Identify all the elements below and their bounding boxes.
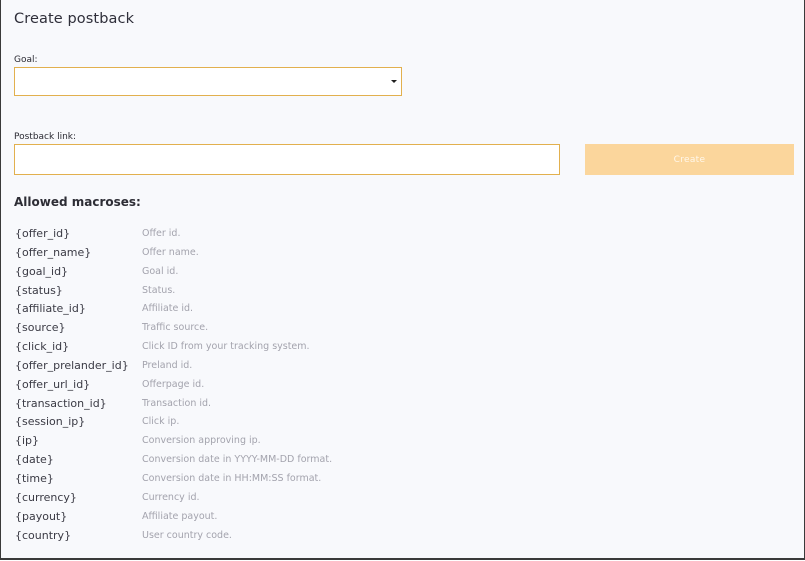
macro-description: Offer name. (142, 246, 199, 258)
macro-name: {offer_prelander_id} (15, 358, 129, 372)
macro-row: {offer_id} Offer id. (15, 227, 515, 246)
macro-description: Transaction id. (142, 397, 212, 409)
macro-name: {date} (15, 453, 54, 467)
macro-row: {click_id} Click ID from your tracking sy… (15, 340, 515, 359)
macro-row: {currency} Currency id. (15, 491, 515, 510)
macro-description: Conversion date in YYYY-MM-DD format. (142, 454, 333, 466)
macro-name: {affiliate_id} (15, 302, 86, 316)
macro-description: Affiliate id. (142, 303, 194, 315)
macro-row: {affiliate_id} Affiliate id. (15, 302, 515, 321)
postback-link-input[interactable] (14, 144, 560, 175)
macro-name: {status} (15, 283, 63, 297)
macro-name: {transaction_id} (15, 396, 107, 410)
macro-row: {time} Conversion date in HH:MM:SS format… (15, 472, 515, 491)
macro-row: {session_ip} Click ip. (15, 415, 515, 434)
macro-row: {offer_url_id} Offerpage id. (15, 378, 515, 397)
macro-row: {status} Status. (15, 284, 515, 303)
macro-description: Preland id. (142, 359, 193, 371)
macro-name: {ip} (15, 434, 40, 448)
macro-name: {offer_id} (15, 227, 71, 240)
caret-down-icon (391, 80, 397, 83)
macro-description: Status. (142, 284, 176, 296)
goal-label: Goal: (14, 55, 38, 65)
macro-description: Click ip. (142, 416, 180, 428)
macro-list: {offer_id} Offer id. {offer_name} Offer nam… (15, 227, 515, 547)
macro-name: {currency} (15, 490, 77, 504)
macro-description: Conversion date in HH:MM:SS format. (142, 472, 322, 484)
macro-description: Goal id. (142, 265, 179, 277)
macro-row: {country} User country code. (15, 529, 515, 548)
macro-description: Click ID from your tracking system. (142, 341, 310, 353)
create-postback-panel: Create postback Goal: Postback link: Cre… (0, 0, 805, 560)
macro-description: Offerpage id. (142, 378, 205, 390)
macro-description: Affiliate payout. (142, 510, 218, 522)
macro-description: Conversion approving ip. (142, 435, 261, 447)
macro-row: {goal_id} Goal id. (15, 265, 515, 284)
macro-row: {payout} Affiliate payout. (15, 510, 515, 529)
macro-row: {date} Conversion date in YYYY-MM-DD form… (15, 453, 515, 472)
macro-name: {source} (15, 321, 66, 335)
create-button[interactable]: Create (585, 144, 794, 175)
postback-link-label: Postback link: (14, 132, 77, 142)
page-title: Create postback (14, 11, 135, 27)
macro-name: {country} (15, 528, 72, 542)
goal-select[interactable] (14, 67, 402, 96)
macro-row: {offer_name} Offer name. (15, 246, 515, 265)
macro-description: Currency id. (142, 491, 200, 503)
macro-name: {offer_name} (15, 245, 92, 259)
macro-row: {ip} Conversion approving ip. (15, 434, 515, 453)
macro-name: {payout} (15, 509, 68, 523)
macro-description: Offer id. (142, 228, 181, 239)
macro-description: Traffic source. (142, 322, 209, 334)
macro-row: {offer_prelander_id} Preland id. (15, 359, 515, 378)
macro-row: {transaction_id} Transaction id. (15, 397, 515, 416)
macro-description: User country code. (142, 529, 232, 541)
macro-row: {source} Traffic source. (15, 321, 515, 340)
macro-name: {time} (15, 471, 54, 485)
macro-name: {offer_url_id} (15, 377, 91, 391)
macro-name: {goal_id} (15, 264, 69, 278)
macro-name: {session_ip} (15, 415, 86, 429)
macros-heading: Allowed macroses: (14, 195, 141, 209)
macro-name: {click_id} (15, 340, 70, 354)
